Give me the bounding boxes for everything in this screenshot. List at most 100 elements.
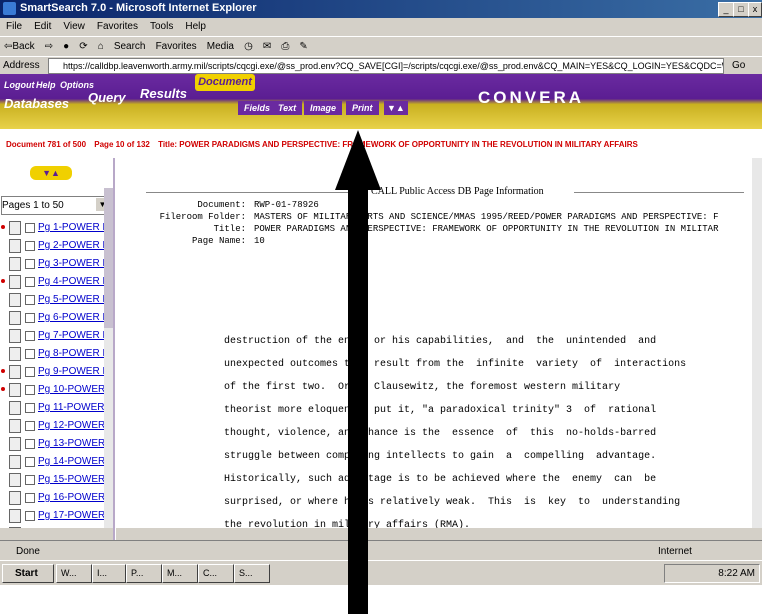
- stop-icon[interactable]: ●: [59, 37, 72, 52]
- forward-icon[interactable]: ⇨: [41, 37, 56, 52]
- logout-link[interactable]: Logout: [4, 80, 35, 90]
- taskbar-button-m[interactable]: M...: [162, 564, 198, 583]
- page-checkbox[interactable]: [25, 385, 35, 395]
- page-link[interactable]: Pg 15-POWER: [38, 474, 104, 485]
- results-tab[interactable]: Results: [140, 86, 187, 101]
- page-checkbox[interactable]: [25, 259, 35, 269]
- page-link[interactable]: Pg 8-POWER P: [38, 348, 104, 359]
- taskbar-button-word[interactable]: W...: [56, 564, 92, 583]
- mail-icon[interactable]: ✉: [259, 37, 274, 52]
- page-link[interactable]: Pg 5-POWER P: [38, 294, 104, 305]
- page-list-item[interactable]: Pg 3-POWER P: [0, 254, 104, 274]
- page-checkbox[interactable]: [25, 493, 35, 503]
- page-nav-icon[interactable]: ▼▲: [384, 101, 408, 115]
- go-button[interactable]: Go: [732, 60, 745, 71]
- page-link[interactable]: Pg 10-POWER: [38, 384, 104, 395]
- page-link[interactable]: Pg 9-POWER P: [38, 366, 104, 377]
- edit-icon[interactable]: ✎: [295, 37, 310, 52]
- taskbar-button-c[interactable]: C...: [198, 564, 234, 583]
- restore-button[interactable]: □: [733, 2, 749, 17]
- page-link[interactable]: Pg 3-POWER P: [38, 258, 104, 269]
- page-list-item[interactable]: Pg 10-POWER: [0, 380, 104, 400]
- page-link[interactable]: Pg 2-POWER P: [38, 240, 104, 251]
- fields-button[interactable]: Fields: [238, 101, 277, 115]
- taskbar-button-p[interactable]: P...: [126, 564, 162, 583]
- menu-tools[interactable]: Tools: [144, 18, 179, 32]
- history-icon[interactable]: ◷: [240, 37, 256, 52]
- page-list-item[interactable]: Pg 9-POWER P: [0, 362, 104, 382]
- taskbar-button-ie[interactable]: I...: [92, 564, 126, 583]
- page-checkbox[interactable]: [25, 277, 35, 287]
- start-button[interactable]: Start: [2, 564, 54, 583]
- menu-favorites[interactable]: Favorites: [91, 18, 144, 32]
- menu-file[interactable]: File: [0, 18, 28, 32]
- media-button[interactable]: Media: [203, 37, 237, 52]
- image-button[interactable]: Image: [304, 101, 343, 115]
- databases-tab[interactable]: Databases: [4, 96, 69, 111]
- page-link[interactable]: Pg 13-POWER: [38, 438, 104, 449]
- document-tab[interactable]: Document: [195, 74, 255, 91]
- close-button[interactable]: x: [748, 2, 762, 17]
- page-list-item[interactable]: Pg 14-POWER: [0, 452, 104, 472]
- text-button[interactable]: Text: [272, 101, 303, 115]
- sidebar-scroll-thumb[interactable]: [104, 188, 113, 328]
- page-list-item[interactable]: Pg 13-POWER: [0, 434, 104, 454]
- page-link[interactable]: Pg 12-POWER: [38, 420, 104, 431]
- page-link[interactable]: Pg 11-POWER: [38, 402, 104, 413]
- page-checkbox[interactable]: [25, 223, 35, 233]
- page-checkbox[interactable]: [25, 331, 35, 341]
- field-label: Page Name:: [191, 236, 246, 246]
- page-link[interactable]: Pg 17-POWER: [38, 510, 104, 521]
- pages-range-select[interactable]: Pages 1 to 50 ▼: [1, 196, 111, 215]
- document-vertical-scrollbar[interactable]: [752, 158, 762, 540]
- page-checkbox[interactable]: [25, 475, 35, 485]
- page-list-item[interactable]: Pg 11-POWER: [0, 398, 104, 418]
- help-link[interactable]: Help: [36, 80, 56, 90]
- address-input[interactable]: https://calldbp.leavenworth.army.mil/scr…: [48, 58, 724, 74]
- page-checkbox[interactable]: [25, 511, 35, 521]
- page-list-item[interactable]: Pg 4-POWER P: [0, 272, 104, 292]
- page-checkbox[interactable]: [25, 349, 35, 359]
- page-pager-button[interactable]: ▼▲: [30, 166, 72, 180]
- page-list-item[interactable]: Pg 12-POWER: [0, 416, 104, 436]
- page-checkbox[interactable]: [25, 295, 35, 305]
- taskbar-button-s[interactable]: S...: [234, 564, 270, 583]
- minimize-button[interactable]: _: [718, 2, 734, 17]
- page-checkbox[interactable]: [25, 367, 35, 377]
- page-list-item[interactable]: Pg 17-POWER: [0, 506, 104, 526]
- refresh-icon[interactable]: ⟳: [75, 37, 90, 52]
- page-checkbox[interactable]: [25, 403, 35, 413]
- menu-help[interactable]: Help: [179, 18, 212, 32]
- page-link[interactable]: Pg 7-POWER P: [38, 330, 104, 341]
- page-link[interactable]: Pg 16-POWER: [38, 492, 104, 503]
- print-icon[interactable]: ⎙: [277, 37, 292, 52]
- options-link[interactable]: Options: [60, 80, 94, 90]
- search-button[interactable]: Search: [110, 37, 149, 52]
- menu-edit[interactable]: Edit: [28, 18, 57, 32]
- home-icon[interactable]: ⌂: [94, 37, 107, 52]
- document-horizontal-scrollbar[interactable]: [116, 528, 762, 540]
- page-link[interactable]: Pg 14-POWER: [38, 456, 104, 467]
- page-checkbox[interactable]: [25, 313, 35, 323]
- page-link[interactable]: Pg 6-POWER P: [38, 312, 104, 323]
- page-list-item[interactable]: Pg 7-POWER P: [0, 326, 104, 346]
- back-button[interactable]: ⇦Back: [0, 37, 38, 52]
- page-list-item[interactable]: Pg 1-POWER P: [0, 218, 104, 238]
- print-button[interactable]: Print: [346, 101, 379, 115]
- favorites-button[interactable]: Favorites: [152, 37, 200, 52]
- page-list-item[interactable]: Pg 6-POWER P: [0, 308, 104, 328]
- page-checkbox[interactable]: [25, 457, 35, 467]
- menu-view[interactable]: View: [57, 18, 91, 32]
- page-list-item[interactable]: Pg 2-POWER P: [0, 236, 104, 256]
- page-list-item[interactable]: Pg 15-POWER: [0, 470, 104, 490]
- page-link[interactable]: Pg 4-POWER P: [38, 276, 104, 287]
- query-tab[interactable]: Query: [88, 90, 126, 105]
- page-list-item[interactable]: Pg 16-POWER: [0, 488, 104, 508]
- page-checkbox[interactable]: [25, 421, 35, 431]
- sidebar-horizontal-scrollbar[interactable]: [0, 528, 113, 540]
- page-list-item[interactable]: Pg 8-POWER P: [0, 344, 104, 364]
- page-checkbox[interactable]: [25, 241, 35, 251]
- page-link[interactable]: Pg 1-POWER P: [38, 222, 104, 233]
- page-list-item[interactable]: Pg 5-POWER P: [0, 290, 104, 310]
- page-checkbox[interactable]: [25, 439, 35, 449]
